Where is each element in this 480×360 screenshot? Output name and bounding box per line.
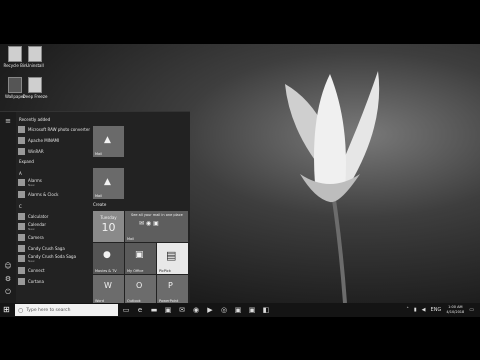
list-item[interactable]: Microsoft RAW photo converter [18,125,90,134]
app-icon[interactable]: ◎ [220,306,228,314]
tiles-panel: ▲ Mail ▲ Mail Create Tuesday 10 See all … [92,112,190,304]
media-icon[interactable]: ▶ [206,306,214,314]
film-icon: ● [103,250,111,260]
word-icon: W [104,281,112,290]
tile-outlook[interactable]: O Outlook [125,275,156,304]
app-icon [18,126,25,133]
cortana-icon [18,278,25,285]
list-item[interactable]: Candy Crush Soda Saga New [18,254,76,263]
envelope-icon: ✉ ◉ ▣ [139,220,159,227]
list-item[interactable]: WinRAR [18,147,44,156]
tile-mail-1[interactable]: ▲ Mail [93,126,124,157]
letterbox-bottom [0,317,480,360]
search-input[interactable]: ○ Type here to search [15,304,118,316]
list-item[interactable]: Camera [18,233,44,242]
user-icon[interactable]: ☺ [4,262,12,270]
list-item[interactable]: Calendar New [18,222,46,231]
alarm-icon [18,179,25,186]
power-icon[interactable]: ⏻ [4,288,12,296]
tile-my-office[interactable]: ▣ My Office [125,243,156,274]
system-tray: ˄ ▮ ◀ ENG 1:00 AM 4/10/2018 ▭ [406,305,474,315]
list-item[interactable]: Apache MINAMI [18,136,59,145]
connect-icon [18,267,25,274]
tile-group-label[interactable]: Create [93,202,106,207]
picture-icon: ▤ [166,249,177,262]
file-icon [28,77,42,93]
file-icon [28,46,42,62]
outlook-icon: O [136,281,143,290]
candy-icon [18,255,25,262]
mail-icon[interactable]: ✉ [178,306,186,314]
app-icon[interactable]: ◧ [262,306,270,314]
list-item[interactable]: Candy Crush Saga [18,244,65,253]
chrome-icon[interactable]: ◉ [192,306,200,314]
list-item[interactable]: Alarms & Clock [18,190,58,199]
letterbox-top [0,0,480,44]
list-item[interactable]: Cortana [18,277,44,286]
notification-icon[interactable]: ▭ [469,307,474,313]
edge-icon[interactable]: e [136,306,144,314]
expand-link[interactable]: Expand [19,159,34,164]
office-icon: ▣ [135,250,144,260]
settings-icon[interactable]: ⚙ [4,275,12,283]
app-icon[interactable]: ▣ [234,306,242,314]
calendar-icon [18,223,25,230]
recently-added-heading: Recently added [19,117,51,122]
app-list: Recently added Microsoft RAW photo conve… [16,112,90,304]
folder-icon[interactable]: ▬ [150,306,158,314]
search-icon: ○ [18,306,24,314]
calculator-icon [18,213,25,220]
tile-word[interactable]: W Word [93,275,124,304]
start-menu: ≡ ☺ ⚙ ⏻ Recently added Microsoft RAW pho… [0,111,190,304]
tile-picpick[interactable]: ▤ PicPick [157,243,188,274]
app-icon [18,148,25,155]
hamburger-icon[interactable]: ≡ [4,117,12,125]
list-item[interactable]: Alarms New [18,178,42,187]
task-view-icon[interactable]: ▭ [122,306,130,314]
person-icon: ▲ [104,135,111,145]
person-icon: ▲ [104,177,111,187]
language-indicator[interactable]: ENG [431,307,442,313]
clock[interactable]: 1:00 AM 4/10/2018 [446,305,464,315]
tile-mail-wide[interactable]: See all your mail in one place ✉ ◉ ▣ Mai… [125,211,188,242]
list-item[interactable]: Calculator [18,212,48,221]
store-icon[interactable]: ▣ [164,306,172,314]
chevron-up-icon[interactable]: ˄ [406,307,409,313]
volume-icon[interactable]: ◀ [422,307,426,313]
desktop-icon-uninstall[interactable]: Uninstall [20,46,50,68]
clock-icon [18,191,25,198]
network-icon[interactable]: ▮ [414,307,417,313]
tile-calendar[interactable]: Tuesday 10 [93,211,124,242]
powerpoint-icon: P [168,281,173,290]
tile-powerpoint[interactable]: P PowerPoint [157,275,188,304]
camera-icon [18,234,25,241]
app-icon [18,137,25,144]
desktop-icon-deep-freeze[interactable]: Deep Freeze [20,77,50,99]
taskbar-pinned: ▭ e ▬ ▣ ✉ ◉ ▶ ◎ ▣ ▣ ◧ [122,306,270,314]
tile-movies[interactable]: ● Movies & TV [93,243,124,274]
letter-header-c[interactable]: C [19,204,22,209]
windows-start-icon[interactable]: ⊞ [3,306,11,314]
candy-icon [18,245,25,252]
tile-mail-2[interactable]: ▲ Mail [93,168,124,199]
letter-header-a[interactable]: A [19,171,22,176]
start-menu-rail: ≡ ☺ ⚙ ⏻ [0,112,16,304]
list-item[interactable]: Connect [18,266,45,275]
app-icon[interactable]: ▣ [248,306,256,314]
taskbar: ⊞ ○ Type here to search ▭ e ▬ ▣ ✉ ◉ ▶ ◎ … [0,303,480,317]
